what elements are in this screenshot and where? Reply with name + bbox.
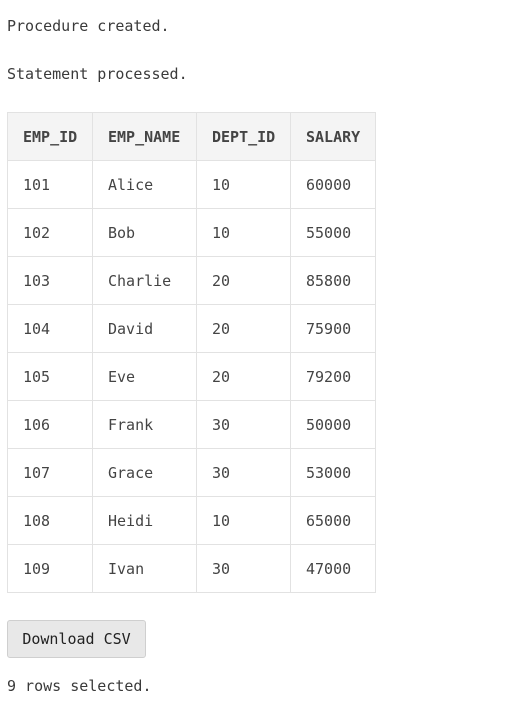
table-row: 104 David 20 75900 [7,304,376,353]
cell-salary: 53000 [290,448,376,497]
cell-emp-id: 108 [7,496,93,545]
cell-emp-id: 104 [7,304,93,353]
cell-emp-id: 105 [7,352,93,401]
download-csv-button[interactable]: Download CSV [7,620,146,658]
cell-emp-id: 107 [7,448,93,497]
cell-emp-id: 103 [7,256,93,305]
cell-salary: 85800 [290,256,376,305]
cell-emp-name: Alice [92,160,197,209]
table-row: 107 Grace 30 53000 [7,448,376,497]
cell-salary: 79200 [290,352,376,401]
cell-emp-name: Grace [92,448,197,497]
cell-emp-name: Heidi [92,496,197,545]
cell-dept-id: 10 [196,160,291,209]
cell-salary: 75900 [290,304,376,353]
cell-emp-id: 102 [7,208,93,257]
column-header-dept-id: DEPT_ID [196,112,291,161]
cell-emp-name: Frank [92,400,197,449]
cell-salary: 47000 [290,544,376,593]
table-row: 101 Alice 10 60000 [7,160,376,209]
column-header-emp-name: EMP_NAME [92,112,197,161]
cell-salary: 60000 [290,160,376,209]
cell-emp-name: Charlie [92,256,197,305]
column-header-salary: SALARY [290,112,376,161]
cell-emp-id: 106 [7,400,93,449]
cell-emp-id: 101 [7,160,93,209]
cell-dept-id: 30 [196,448,291,497]
cell-emp-name: David [92,304,197,353]
cell-dept-id: 20 [196,352,291,401]
cell-salary: 50000 [290,400,376,449]
cell-salary: 65000 [290,496,376,545]
cell-dept-id: 10 [196,496,291,545]
results-table: EMP_ID EMP_NAME DEPT_ID SALARY 101 Alice… [7,112,376,593]
statement-processed-message: Statement processed. [7,65,188,83]
table-row: 103 Charlie 20 85800 [7,256,376,305]
table-row: 108 Heidi 10 65000 [7,496,376,545]
cell-emp-id: 109 [7,544,93,593]
procedure-created-message: Procedure created. [7,17,170,35]
cell-dept-id: 20 [196,256,291,305]
column-header-emp-id: EMP_ID [7,112,93,161]
cell-dept-id: 30 [196,544,291,593]
table-header-row: EMP_ID EMP_NAME DEPT_ID SALARY [7,112,376,161]
table-row: 109 Ivan 30 47000 [7,544,376,593]
cell-dept-id: 20 [196,304,291,353]
table-row: 106 Frank 30 50000 [7,400,376,449]
rows-selected-message: 9 rows selected. [7,677,152,695]
table-row: 105 Eve 20 79200 [7,352,376,401]
cell-dept-id: 30 [196,400,291,449]
cell-emp-name: Ivan [92,544,197,593]
cell-emp-name: Eve [92,352,197,401]
cell-emp-name: Bob [92,208,197,257]
table-row: 102 Bob 10 55000 [7,208,376,257]
cell-salary: 55000 [290,208,376,257]
cell-dept-id: 10 [196,208,291,257]
